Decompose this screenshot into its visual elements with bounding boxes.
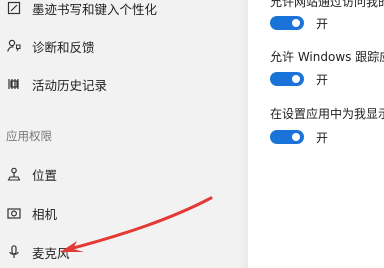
toggle-state-label: 开 bbox=[316, 72, 329, 87]
camera-icon bbox=[5, 204, 23, 222]
sidebar-item-microphone[interactable]: 麦克风 bbox=[0, 235, 248, 268]
toggle-knob bbox=[292, 133, 300, 141]
setting-toggle-row[interactable]: 开 bbox=[270, 14, 328, 32]
toggle-switch[interactable] bbox=[270, 130, 304, 144]
sidebar-edge bbox=[238, 0, 248, 268]
sidebar-item-label: 诊断和反馈 bbox=[32, 39, 95, 55]
toggle-switch[interactable] bbox=[270, 72, 304, 86]
sidebar-item-activity-history[interactable]: 活动历史记录 bbox=[0, 67, 248, 101]
feedback-icon bbox=[5, 37, 23, 55]
toggle-state-label: 开 bbox=[316, 130, 329, 145]
sidebar-item-location[interactable]: 位置 bbox=[0, 157, 248, 191]
toggle-knob bbox=[292, 75, 300, 83]
pen-icon bbox=[5, 0, 23, 17]
setting-description: 允许网站通过访问我的语 bbox=[270, 0, 384, 9]
settings-window: 墨迹书写和键入个性化 诊断和反馈 活动历史记录 应用权限 位置 相机 麦克风 允… bbox=[0, 0, 384, 268]
sidebar-item-inking-typing[interactable]: 墨迹书写和键入个性化 bbox=[0, 0, 248, 25]
sidebar-item-diagnostics-feedback[interactable]: 诊断和反馈 bbox=[0, 29, 248, 63]
settings-content: 允许网站通过访问我的语 开 允许 Windows 跟踪应用 开 在设置应用中为我… bbox=[248, 0, 384, 268]
location-icon bbox=[5, 165, 23, 183]
sidebar-item-label: 麦克风 bbox=[32, 245, 70, 261]
setting-toggle-row[interactable]: 开 bbox=[270, 70, 328, 88]
setting-description: 在设置应用中为我显示建 bbox=[270, 107, 384, 121]
setting-toggle-row[interactable]: 开 bbox=[270, 128, 328, 146]
sidebar-item-label: 位置 bbox=[32, 167, 58, 183]
microphone-icon bbox=[5, 243, 23, 261]
setting-description: 允许 Windows 跟踪应用 bbox=[270, 50, 384, 64]
toggle-state-label: 开 bbox=[316, 16, 329, 31]
toggle-switch[interactable] bbox=[270, 16, 304, 30]
sidebar-item-label: 墨迹书写和键入个性化 bbox=[32, 1, 158, 17]
toggle-knob bbox=[292, 19, 300, 27]
privacy-sidebar: 墨迹书写和键入个性化 诊断和反馈 活动历史记录 应用权限 位置 相机 麦克风 bbox=[0, 0, 248, 268]
section-heading-app-permissions: 应用权限 bbox=[6, 129, 52, 143]
sidebar-item-label: 活动历史记录 bbox=[32, 77, 108, 93]
activity-history-icon bbox=[5, 75, 23, 93]
sidebar-item-label: 相机 bbox=[32, 206, 58, 222]
sidebar-item-camera[interactable]: 相机 bbox=[0, 196, 248, 230]
